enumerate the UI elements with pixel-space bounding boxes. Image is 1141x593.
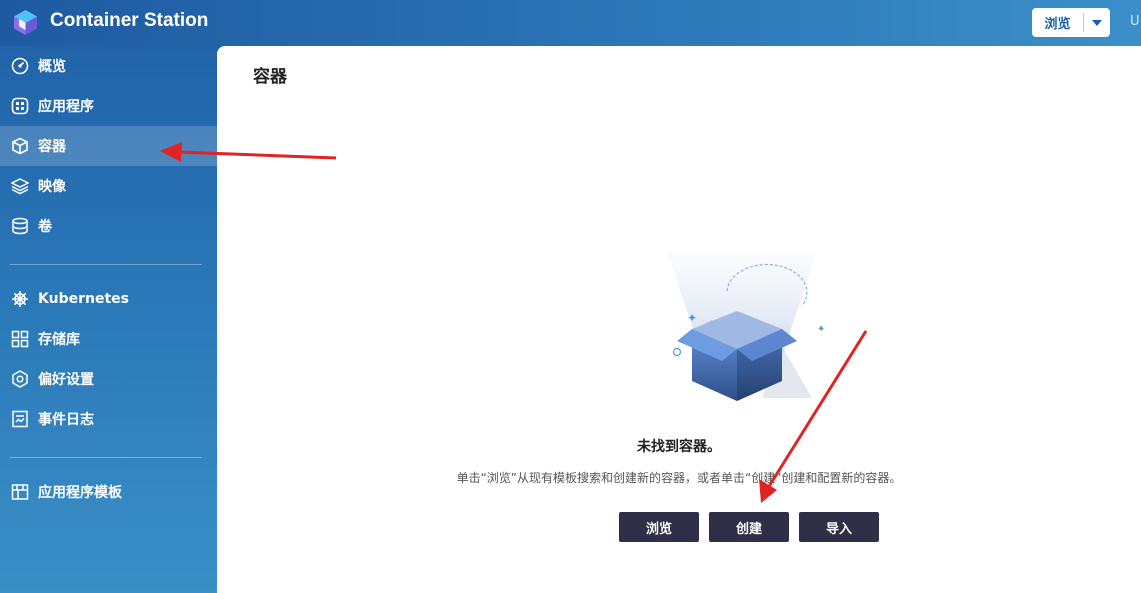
main-panel: 容器 ✦ ✦ 未找到容器。 单击“浏览”从现有模板搜索和创建新的容器，或者单击“… bbox=[217, 46, 1141, 593]
sidebar-item-label: Kubernetes bbox=[38, 291, 129, 307]
sidebar-item-volumes[interactable]: 卷 bbox=[0, 206, 217, 246]
sidebar-item-overview[interactable]: 概览 bbox=[0, 46, 217, 86]
header-browse-label[interactable]: 浏览 bbox=[1032, 13, 1084, 32]
sidebar-item-label: 概览 bbox=[38, 59, 66, 75]
cube-icon bbox=[10, 136, 30, 156]
sidebar-item-registry[interactable]: 存储库 bbox=[0, 319, 217, 359]
database-icon bbox=[10, 216, 30, 236]
sidebar-item-label: 应用程序 bbox=[38, 99, 94, 115]
sidebar-divider bbox=[10, 264, 202, 265]
empty-box-illustration-icon: ✦ ✦ bbox=[657, 246, 827, 406]
container-station-logo-icon bbox=[12, 9, 39, 36]
sidebar-item-apps[interactable]: 应用程序 bbox=[0, 86, 217, 126]
user-menu[interactable]: U bbox=[1130, 14, 1140, 29]
sidebar-item-containers[interactable]: 容器 bbox=[0, 126, 217, 166]
sidebar-item-label: 偏好设置 bbox=[38, 372, 94, 388]
template-icon bbox=[10, 482, 30, 502]
sidebar-item-preferences[interactable]: 偏好设置 bbox=[0, 359, 217, 399]
dashboard-icon bbox=[10, 56, 30, 76]
sidebar-item-label: 容器 bbox=[38, 139, 66, 155]
sidebar-item-label: 事件日志 bbox=[38, 412, 94, 428]
sidebar-item-kubernetes[interactable]: Kubernetes bbox=[0, 279, 217, 319]
browse-button[interactable]: 浏览 bbox=[619, 512, 699, 542]
apps-icon bbox=[10, 96, 30, 116]
empty-state-description: 单击“浏览”从现有模板搜索和创建新的容器，或者单击“创建”创建和配置新的容器。 bbox=[456, 471, 902, 485]
svg-text:✦: ✦ bbox=[687, 311, 697, 325]
sidebar-item-label: 映像 bbox=[38, 179, 66, 195]
create-button[interactable]: 创建 bbox=[709, 512, 789, 542]
registry-icon bbox=[10, 329, 30, 349]
app-title: Container Station bbox=[50, 10, 209, 31]
import-button[interactable]: 导入 bbox=[799, 512, 879, 542]
sidebar-item-event-log[interactable]: 事件日志 bbox=[0, 399, 217, 439]
chevron-down-icon[interactable] bbox=[1084, 19, 1110, 26]
log-icon bbox=[10, 409, 30, 429]
svg-text:✦: ✦ bbox=[817, 324, 825, 335]
sidebar: 概览 应用程序 容器 映像 卷 Kubernetes 存储库 偏好设置 事件日志… bbox=[0, 46, 217, 593]
settings-icon bbox=[10, 369, 30, 389]
sidebar-item-label: 应用程序模板 bbox=[38, 485, 122, 501]
empty-state-title: 未找到容器。 bbox=[637, 439, 721, 455]
top-bar: Container Station 浏览 U bbox=[0, 0, 1141, 46]
sidebar-item-app-templates[interactable]: 应用程序模板 bbox=[0, 472, 217, 512]
sidebar-item-label: 存储库 bbox=[38, 332, 80, 348]
page-title: 容器 bbox=[253, 67, 287, 87]
sidebar-item-images[interactable]: 映像 bbox=[0, 166, 217, 206]
layers-icon bbox=[10, 176, 30, 196]
sidebar-divider bbox=[10, 457, 202, 458]
helm-icon bbox=[10, 289, 30, 309]
sidebar-item-label: 卷 bbox=[38, 219, 52, 235]
header-browse-dropdown[interactable]: 浏览 bbox=[1032, 8, 1110, 37]
